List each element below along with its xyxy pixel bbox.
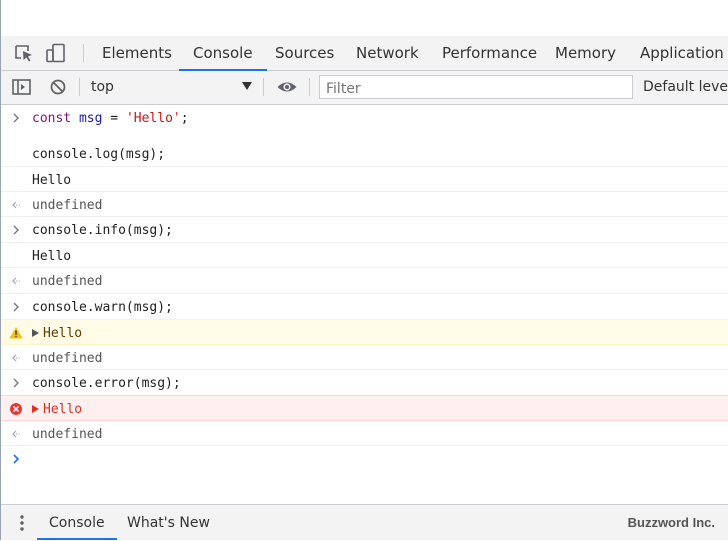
inspect-element-icon[interactable] — [13, 43, 35, 63]
log-message: Hello — [32, 173, 72, 188]
context-selector[interactable]: top — [91, 79, 114, 95]
error-icon — [9, 402, 25, 416]
result-value: undefined — [32, 351, 103, 366]
console-input-row: console.error(msg); — [1, 370, 728, 395]
tab-elements[interactable]: Elements — [102, 36, 172, 70]
code-operator: = — [102, 111, 126, 126]
warning-icon — [9, 326, 25, 340]
code-string: 'Hello' — [125, 111, 181, 126]
tab-memory[interactable]: Memory — [555, 36, 616, 70]
dropdown-arrow-icon[interactable] — [242, 82, 252, 90]
console-prompt[interactable] — [1, 446, 728, 472]
console-result-row: undefined — [1, 421, 728, 446]
code-text: console.warn(msg); — [32, 300, 173, 315]
prompt-chevron-icon — [9, 300, 25, 314]
code-variable: msg — [78, 111, 103, 126]
console-input-row: console.log(msg); — [1, 141, 728, 167]
expand-triangle-icon[interactable] — [32, 405, 39, 413]
code-semicolon: ; — [180, 111, 189, 126]
tab-sources[interactable]: Sources — [275, 36, 334, 70]
code-keyword: const — [32, 111, 72, 126]
console-input-row: console.warn(msg); — [1, 294, 728, 319]
console-info-row: Hello — [1, 243, 728, 268]
toolbar-divider — [79, 78, 80, 96]
tab-performance[interactable]: Performance — [442, 36, 537, 70]
code-text: console.error(msg); — [32, 376, 181, 391]
result-arrow-icon — [9, 274, 25, 288]
tab-network[interactable]: Network — [356, 36, 419, 70]
eye-icon[interactable] — [276, 77, 298, 97]
filter-input[interactable] — [319, 75, 633, 99]
tab-application[interactable]: Application — [640, 36, 724, 70]
result-value: undefined — [32, 274, 103, 289]
main-tab-bar: Elements Console Sources Network Perform… — [1, 36, 728, 71]
console-result-row: undefined — [1, 192, 728, 217]
drawer-tab-bar: Console What's New Buzzword Inc. — [1, 504, 728, 540]
clear-console-icon[interactable] — [47, 77, 69, 97]
code-text: console.info(msg); — [32, 223, 173, 238]
prompt-chevron-icon — [9, 223, 25, 237]
console-input-row: console.info(msg); — [1, 217, 728, 243]
console-log-row: Hello — [1, 167, 728, 192]
console-error-row[interactable]: Hello — [1, 395, 728, 421]
prompt-chevron-icon — [9, 111, 25, 125]
code-text: console.log(msg); — [32, 147, 166, 162]
device-toolbar-icon[interactable] — [45, 43, 67, 63]
devtools-window: Elements Console Sources Network Perform… — [0, 0, 728, 540]
console-input-row: const msg = 'Hello'; — [1, 105, 728, 131]
result-arrow-icon — [9, 427, 25, 441]
prompt-chevron-icon — [9, 376, 25, 390]
drawer-tab-whats-new[interactable]: What's New — [127, 505, 210, 540]
result-arrow-icon — [9, 198, 25, 212]
info-message: Hello — [32, 249, 72, 264]
more-options-icon[interactable] — [13, 513, 31, 533]
toolbar-divider — [309, 78, 310, 96]
sidebar-toggle-icon[interactable] — [11, 77, 33, 97]
console-result-row: undefined — [1, 345, 728, 370]
brand-label: Buzzword Inc. — [627, 515, 715, 530]
result-value: undefined — [32, 427, 103, 442]
console-warning-row[interactable]: Hello — [1, 319, 728, 345]
drawer-tab-console[interactable]: Console — [37, 505, 117, 540]
warning-message: Hello — [43, 326, 83, 341]
window-top-area — [1, 0, 728, 37]
tab-console[interactable]: Console — [179, 36, 266, 71]
expand-triangle-icon[interactable] — [32, 329, 39, 337]
console-messages[interactable]: const msg = 'Hello'; console.log(msg); H… — [1, 105, 728, 503]
active-prompt-chevron-icon — [9, 452, 25, 466]
toolbar-divider — [263, 78, 264, 96]
result-arrow-icon — [9, 351, 25, 365]
console-result-row: undefined — [1, 268, 728, 294]
log-levels-dropdown[interactable]: Default levels — [643, 79, 728, 95]
result-value: undefined — [32, 198, 103, 213]
error-message: Hello — [43, 402, 83, 417]
toolbar-divider — [83, 44, 84, 62]
console-toolbar: top Default levels — [1, 71, 728, 105]
